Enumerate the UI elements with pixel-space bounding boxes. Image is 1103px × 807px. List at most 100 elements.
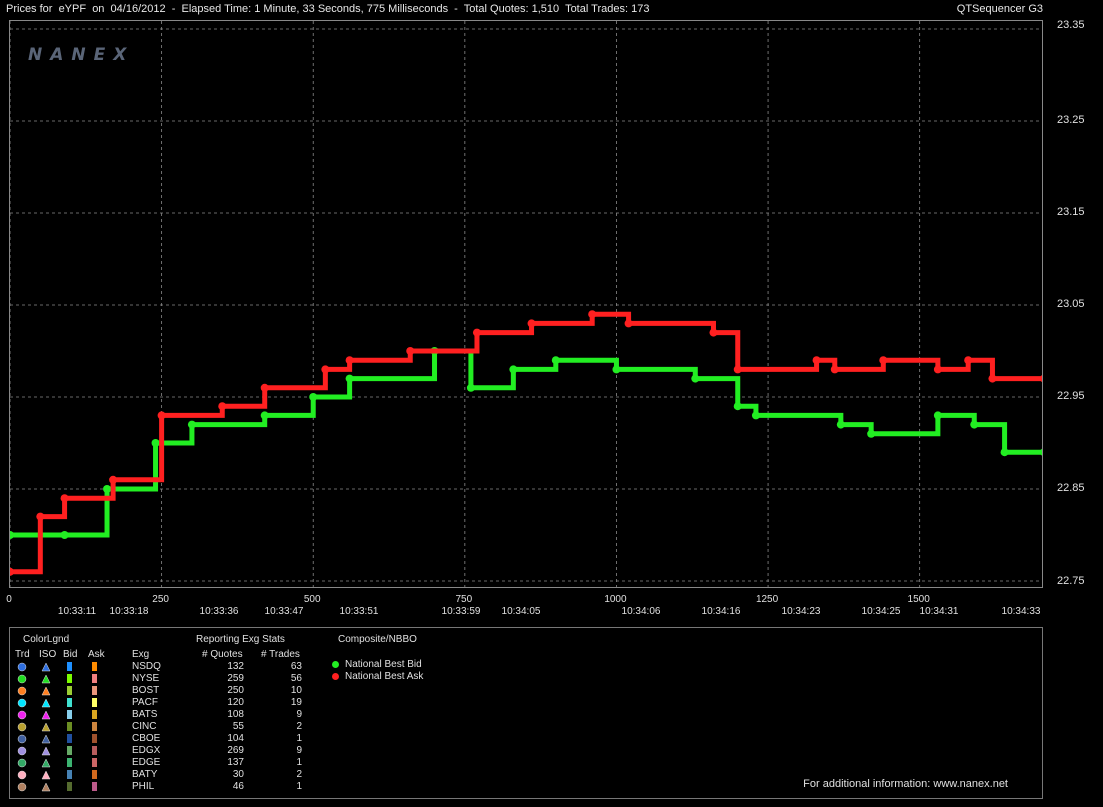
bid-point [733,402,742,411]
trade-count: 10 [290,685,302,696]
legend-row: PACF 120 19 [10,697,330,709]
quote-count: 108 [227,709,244,720]
trade-circle-icon [17,662,27,672]
ask-color-swatch [92,710,97,719]
bid-color-swatch [67,782,72,791]
ask-color-swatch [92,662,97,671]
legend-row: BOST 250 10 [10,685,330,697]
ask-color-swatch [92,674,97,683]
exchange-name: PACF [132,697,158,708]
iso-triangle-icon [41,710,51,720]
nanex-logo: NANEX [28,45,135,65]
trade-circle-icon [17,686,27,696]
x-time-label: 10:34:31 [919,606,959,617]
x-tick-label: 1000 [604,594,627,605]
app-name: QTSequencer G3 [956,3,1043,15]
bid-color-swatch [67,686,72,695]
legend-exg-header: Exg [132,649,150,660]
legend-row: PHIL 46 1 [10,781,330,793]
x-tick-label: 0 [6,594,12,605]
bid-point [60,531,69,539]
quote-count: 104 [227,733,244,744]
bid-color-swatch [67,674,72,683]
trade-count: 2 [296,721,302,732]
bid-color-swatch [67,734,72,743]
ask-point [157,411,166,420]
trade-count: 9 [296,745,302,756]
iso-triangle-icon [41,758,51,768]
quote-count: 137 [227,757,244,768]
trade-circle-icon [17,734,27,744]
x-tick-label: 1250 [755,594,779,605]
legend-ask-header: Ask [88,649,105,660]
y-tick-label: 23.35 [1057,19,1085,31]
exchange-name: BATS [132,709,158,720]
ask-point [527,319,536,328]
x-time-label: 10:34:05 [501,606,541,617]
legend-trd-header: Trd [15,649,30,660]
ask-point [933,365,942,374]
quote-count: 250 [227,685,244,696]
ask-point [830,365,839,374]
x-time-label: 10:34:25 [861,606,901,617]
x-time-label: 10:33:11 [57,606,97,617]
ask-point [36,512,45,521]
bid-color-swatch [67,698,72,707]
ask-point [988,374,997,383]
trade-count: 56 [290,673,302,684]
legend-color-header: ColorLgnd [23,634,70,645]
ask-point [218,402,227,411]
x-time-label: 10:34:33 [1001,606,1041,617]
exchange-name: BATY [132,769,158,780]
ask-point [109,475,118,484]
exchange-name: EDGX [132,745,161,756]
bid-point [751,411,760,420]
legend-row: BATY 30 2 [10,769,330,781]
footer-info: For additional information: www.nanex.ne… [803,778,1008,790]
x-time-label: 10:33:51 [339,606,379,617]
quote-count: 55 [232,721,244,732]
ask-point [624,319,633,328]
legend-trades-header: # Trades [261,649,300,660]
x-time-label: 10:34:16 [701,606,741,617]
chart-title: Prices for eYPF on 04/16/2012 - Elapsed … [6,3,650,15]
exchange-name: EDGE [132,757,161,768]
quote-count: 30 [232,769,244,780]
nbbo-color-dot [332,660,339,668]
legend-quotes-header: # Quotes [202,649,243,660]
ask-color-swatch [92,722,97,731]
trade-circle-icon [17,710,27,720]
y-tick-label: 22.75 [1057,575,1085,587]
trade-count: 2 [296,769,302,780]
bid-point [10,531,14,539]
legend-row: EDGX 269 9 [10,745,330,757]
x-time-label: 10:33:47 [264,606,304,617]
iso-triangle-icon [41,746,51,756]
exchange-name: BOST [132,685,160,696]
bid-point [970,420,979,429]
ask-point [472,328,481,337]
exchange-name: PHIL [132,781,155,792]
price-chart-svg[interactable] [10,21,1043,588]
quote-count: 259 [227,673,244,684]
quote-count: 46 [232,781,244,792]
nbbo-legend-item: National Best Ask [332,671,423,683]
ask-point [709,328,718,337]
ask-point [60,494,69,503]
exchange-name: CINC [132,721,157,732]
trade-count: 1 [296,733,302,744]
nbbo-legend-item: National Best Bid [332,659,422,671]
price-plot-area[interactable]: NANEX [9,20,1043,588]
legend-composite-header: Composite/NBBO [338,634,417,645]
legend-row: BATS 108 9 [10,709,330,721]
bid-point [103,485,112,493]
quote-count: 132 [227,661,244,672]
bid-point [345,374,354,383]
ask-color-swatch [92,770,97,779]
iso-triangle-icon [41,662,51,672]
bid-point [466,383,475,392]
bid-point [551,356,560,365]
ask-point [345,356,354,365]
ask-color-swatch [92,746,97,755]
exchange-name: CBOE [132,733,161,744]
